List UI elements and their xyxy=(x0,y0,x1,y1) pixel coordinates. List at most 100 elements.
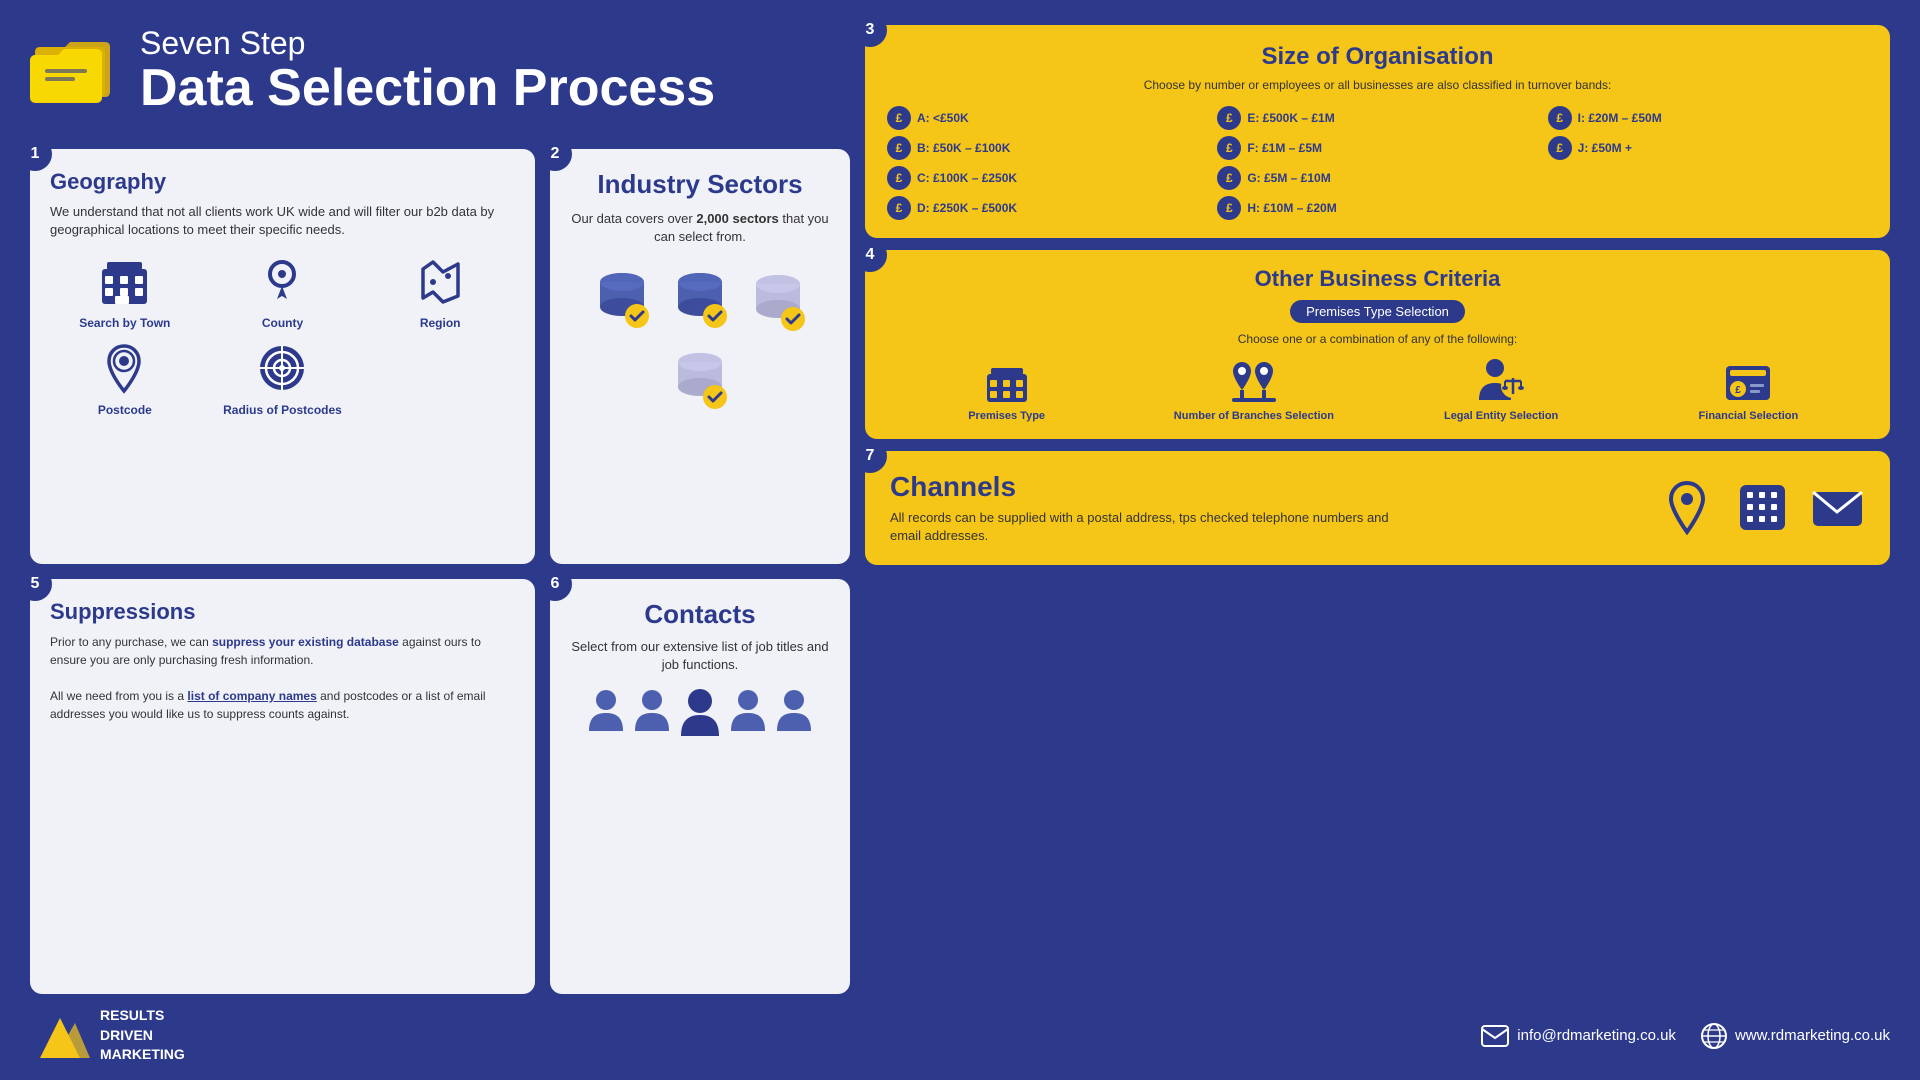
step1-title: Geography xyxy=(50,169,515,195)
geo-icons-row2: Postcode xyxy=(50,338,515,417)
person-icons xyxy=(570,686,830,740)
svg-text:£: £ xyxy=(1736,385,1742,396)
size-label-e: E: £500K – £1M xyxy=(1247,111,1334,125)
footer-email-text: info@rdmarketing.co.uk xyxy=(1517,1027,1676,1044)
size-band-a: £ A: <£50K xyxy=(887,106,1207,130)
footer-contact: info@rdmarketing.co.uk www.rdmarketing.c… xyxy=(1481,1023,1890,1049)
size-empty-1 xyxy=(1548,166,1868,190)
pound-f: £ xyxy=(1217,136,1241,160)
step7-number: 7 xyxy=(853,439,887,473)
radius-icon xyxy=(255,341,310,396)
geo-postcode: Postcode xyxy=(50,338,200,417)
size-label-a: A: <£50K xyxy=(917,111,969,125)
legal-entity-icon xyxy=(1475,358,1527,406)
step5-title: Suppressions xyxy=(50,599,515,625)
person-icon-center xyxy=(679,686,721,740)
size-band-i: £ I: £20M – £50M xyxy=(1548,106,1868,130)
step4-description: Choose one or a combination of any of th… xyxy=(887,331,1868,348)
criteria-legal: Legal Entity Selection xyxy=(1382,358,1621,423)
geo-county: County xyxy=(208,251,358,330)
header-text: Seven Step Data Selection Process xyxy=(140,25,715,114)
step6-number: 6 xyxy=(538,567,572,601)
size-label-j: J: £50M + xyxy=(1578,141,1632,155)
size-band-j: £ J: £50M + xyxy=(1548,136,1868,160)
pound-a: £ xyxy=(887,106,911,130)
database-icon-3 xyxy=(743,264,813,334)
postcode-label: Postcode xyxy=(98,403,152,417)
size-band-e: £ E: £500K – £1M xyxy=(1217,106,1537,130)
step1-card: 1 Geography We understand that not all c… xyxy=(30,149,535,564)
header-title: Data Selection Process xyxy=(140,62,715,114)
step2-card: 2 Industry Sectors Our data covers over … xyxy=(550,149,850,564)
pound-j: £ xyxy=(1548,136,1572,160)
size-band-d: £ D: £250K – £500K xyxy=(887,196,1207,220)
size-label-h: H: £10M – £20M xyxy=(1247,201,1336,215)
email-icon xyxy=(1481,1025,1509,1047)
right-column: 3 Size of Organisation Choose by number … xyxy=(865,25,1890,994)
step7-title: Channels xyxy=(890,471,1390,503)
postcode-icon xyxy=(97,341,152,396)
step4-title: Other Business Criteria xyxy=(887,266,1868,292)
channels-content: Channels All records can be supplied wit… xyxy=(890,471,1390,545)
size-empty-2 xyxy=(1548,196,1868,220)
channels-phone-icon xyxy=(1735,480,1790,535)
radius-label: Radius of Postcodes xyxy=(223,403,342,417)
legal-label: Legal Entity Selection xyxy=(1444,410,1558,423)
step1-description: We understand that not all clients work … xyxy=(50,203,515,239)
step6-description: Select from our extensive list of job ti… xyxy=(570,638,830,674)
footer-logo-text: RESULTS DRIVEN MARKETING xyxy=(100,1006,185,1065)
step5-card: 5 Suppressions Prior to any purchase, we… xyxy=(30,579,535,994)
db-icons-container xyxy=(570,264,830,412)
size-label-i: I: £20M – £50M xyxy=(1578,111,1662,125)
database-icon-1 xyxy=(587,264,657,334)
size-band-h: £ H: £10M – £20M xyxy=(1217,196,1537,220)
step4-number: 4 xyxy=(853,238,887,272)
premises-label: Premises Type xyxy=(968,410,1045,423)
step3-card: 3 Size of Organisation Choose by number … xyxy=(865,25,1890,238)
step1-number: 1 xyxy=(18,137,52,171)
pound-c: £ xyxy=(887,166,911,190)
step6-title: Contacts xyxy=(570,599,830,630)
search-town-icon-box xyxy=(95,251,155,311)
geo-empty xyxy=(365,338,515,417)
criteria-premises: Premises Type xyxy=(887,358,1126,423)
step5-para1: Prior to any purchase, we can suppress y… xyxy=(50,633,515,669)
building-icon xyxy=(97,254,152,309)
step3-subtitle: Choose by number or employees or all bus… xyxy=(887,77,1868,94)
size-band-b: £ B: £50K – £100K xyxy=(887,136,1207,160)
step7-card: 7 Channels All records can be supplied w… xyxy=(865,451,1890,565)
size-grid: £ A: <£50K £ E: £500K – £1M £ I: £20M – … xyxy=(887,106,1868,220)
search-town-label: Search by Town xyxy=(79,316,170,330)
geo-icons-row1: Search by Town County xyxy=(50,251,515,330)
financial-icon: £ xyxy=(1722,358,1774,406)
channels-email-icon xyxy=(1810,480,1865,535)
pound-h: £ xyxy=(1217,196,1241,220)
left-bottom-row: 5 Suppressions Prior to any purchase, we… xyxy=(30,579,850,994)
footer-website-text: www.rdmarketing.co.uk xyxy=(1735,1027,1890,1044)
database-icon-2 xyxy=(665,264,735,334)
branches-icon xyxy=(1228,358,1280,406)
logo-line-1: RESULTS xyxy=(100,1006,185,1026)
size-label-d: D: £250K – £500K xyxy=(917,201,1017,215)
county-icon-box xyxy=(252,251,312,311)
header-subtitle: Seven Step xyxy=(140,25,715,62)
criteria-icons: Premises Type xyxy=(887,358,1868,423)
step2-description: Our data covers over 2,000 sectors that … xyxy=(570,210,830,246)
footer: RESULTS DRIVEN MARKETING info@rdmarketin… xyxy=(30,994,1890,1065)
footer-website: www.rdmarketing.co.uk xyxy=(1701,1023,1890,1049)
size-band-c: £ C: £100K – £250K xyxy=(887,166,1207,190)
step5-para2: All we need from you is a list of compan… xyxy=(50,687,515,723)
county-icon xyxy=(255,254,310,309)
step4-card: 4 Other Business Criteria Premises Type … xyxy=(865,250,1890,439)
county-label: County xyxy=(262,316,303,330)
pound-b: £ xyxy=(887,136,911,160)
step6-card: 6 Contacts Select from our extensive lis… xyxy=(550,579,850,994)
branches-label: Number of Branches Selection xyxy=(1174,410,1334,423)
header: Seven Step Data Selection Process xyxy=(30,25,850,134)
pound-d: £ xyxy=(887,196,911,220)
criteria-financial: £ Financial Selection xyxy=(1629,358,1868,423)
folder-stack-icon xyxy=(30,27,120,107)
logo-line-3: MARKETING xyxy=(100,1045,185,1065)
footer-email: info@rdmarketing.co.uk xyxy=(1481,1025,1676,1047)
size-band-g: £ G: £5M – £10M xyxy=(1217,166,1537,190)
